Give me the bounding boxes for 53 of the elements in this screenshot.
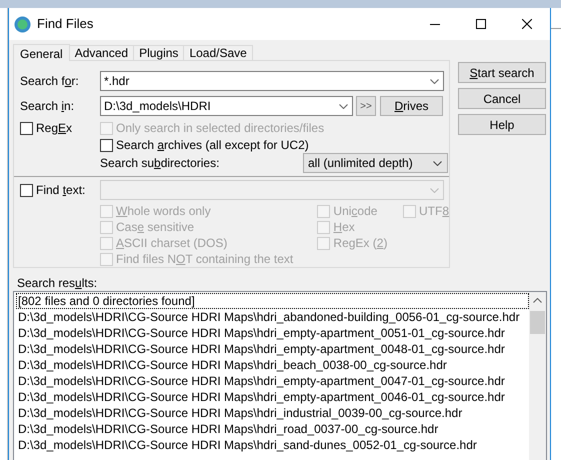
result-row[interactable]: D:\3d_models\HDRI\CG-Source HDRI Maps\hdri_empty-apartment_0047-01_cg-source.hdr: [16, 373, 529, 389]
checkbox-label: Find files NOT containing the text: [116, 251, 294, 268]
dialog-button[interactable]: Cancel: [458, 88, 546, 109]
checkbox[interactable]: [20, 184, 33, 196]
scroll-up-icon[interactable]: [533, 298, 542, 303]
result-row[interactable]: D:\3d_models\HDRI\CG-Source HDRI Maps\hdri_beach_0038-00_cg-source.hdr: [16, 357, 529, 373]
checkbox-label: ASCII charset (DOS): [116, 235, 228, 252]
drives-button[interactable]: Drives: [380, 96, 443, 116]
chevron-down-icon: [339, 104, 348, 108]
dialog-button[interactable]: Help: [458, 114, 546, 135]
checkbox[interactable]: [20, 122, 33, 134]
scrollbar[interactable]: [529, 292, 546, 460]
checkbox-label: RegEx (2): [333, 235, 388, 252]
result-row[interactable]: D:\3d_models\HDRI\CG-Source HDRI Maps\hdri_industrial_0039-00_cg-source.hdr: [16, 405, 529, 421]
results-label: Search results:: [17, 276, 98, 290]
search-for-combo[interactable]: *.hdr: [100, 71, 444, 91]
app-icon: [14, 16, 31, 32]
result-row[interactable]: D:\3d_models\HDRI\CG-Source HDRI Maps\hdri_empty-apartment_0046-01_cg-source.hdr: [16, 389, 529, 405]
tab[interactable]: General: [13, 44, 70, 61]
results-summary[interactable]: [802 files and 0 directories found]: [16, 293, 529, 309]
results-list[interactable]: [13, 291, 547, 460]
checkbox-label: Case sensitive: [116, 219, 194, 236]
scroll-thumb[interactable]: [530, 311, 545, 334]
window-title: Find Files: [37, 15, 94, 34]
chevron-down-icon: [430, 188, 439, 192]
result-row[interactable]: D:\3d_models\HDRI\CG-Source HDRI Maps\hdri_sand-dunes_0052-01_cg-source.hdr: [16, 437, 529, 453]
checkbox-label: Only search in selected directories/files: [116, 120, 324, 137]
checkbox-label: Find text:: [36, 182, 86, 199]
result-row[interactable]: D:\3d_models\HDRI\CG-Source HDRI Maps\hdri_empty-apartment_0048-01_cg-source.hdr: [16, 341, 529, 357]
checkbox-label: RegEx: [36, 120, 72, 137]
search-in-combo[interactable]: D:\3d_models\HDRI: [100, 96, 353, 116]
tab[interactable]: Advanced: [70, 45, 134, 60]
chevron-down-icon: [430, 78, 439, 84]
result-row[interactable]: D:\3d_models\HDRI\CG-Source HDRI Maps\hdri_road_0037-00_cg-source.hdr: [16, 421, 529, 437]
browse-button[interactable]: >>: [356, 96, 376, 116]
checkbox-label: Unicode: [333, 203, 378, 220]
field-label: Search for:: [19, 73, 80, 90]
close-icon: [522, 19, 532, 29]
dialog-button[interactable]: Start search: [458, 62, 546, 83]
tab[interactable]: Load/Save: [184, 45, 253, 60]
checkbox-label: UTF8: [418, 203, 449, 220]
maximize-icon: [476, 19, 486, 29]
checkbox-label: Search archives (all except for UC2): [116, 137, 309, 154]
result-row[interactable]: D:\3d_models\HDRI\CG-Source HDRI Maps\hdri_abandoned-building_0056-01_cg-source.hdr: [16, 309, 529, 325]
field-label: Search in:: [19, 98, 76, 115]
field-label: Search subdirectories:: [100, 155, 220, 172]
checkbox-label: Hex: [333, 219, 355, 236]
tab[interactable]: Plugins: [134, 45, 184, 60]
chevron-down-icon: [433, 160, 442, 166]
result-row[interactable]: D:\3d_models\HDRI\CG-Source HDRI Maps\hdri_empty-apartment_0051-01_cg-source.hdr: [16, 325, 529, 341]
checkbox-label: Whole words only: [116, 203, 211, 220]
depth-dropdown[interactable]: all (unlimited depth): [303, 153, 448, 173]
checkbox[interactable]: [100, 138, 113, 152]
